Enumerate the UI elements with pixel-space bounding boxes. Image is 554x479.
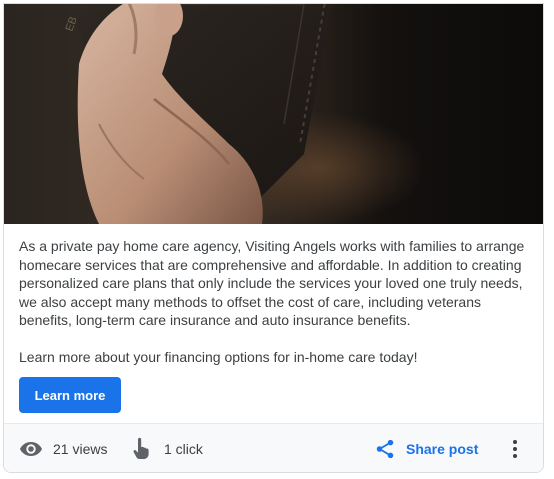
clicks-count: 1 click	[164, 441, 203, 457]
more-vert-icon	[512, 439, 518, 459]
pointer-hand-icon	[130, 437, 152, 461]
learn-more-button[interactable]: Learn more	[19, 377, 121, 413]
post-image: EB	[4, 4, 543, 224]
views-count: 21 views	[53, 441, 108, 457]
share-icon	[374, 438, 396, 460]
share-post-label: Share post	[406, 441, 479, 457]
post-card: EB As a private pay home care agency, Vi…	[3, 3, 544, 473]
post-paragraph-2: Learn more about your financing options …	[19, 348, 418, 365]
eye-icon	[19, 437, 43, 461]
post-paragraph-1: As a private pay home care agency, Visit…	[19, 238, 525, 329]
clicks-stat: 1 click	[130, 424, 203, 472]
post-footer: 21 views 1 click Share post	[4, 423, 543, 472]
share-post-button[interactable]: Share post	[370, 432, 482, 466]
views-stat: 21 views	[19, 424, 108, 472]
more-options-button[interactable]	[500, 433, 530, 465]
wallet-photo: EB	[4, 4, 543, 224]
post-description: As a private pay home care agency, Visit…	[19, 237, 534, 367]
